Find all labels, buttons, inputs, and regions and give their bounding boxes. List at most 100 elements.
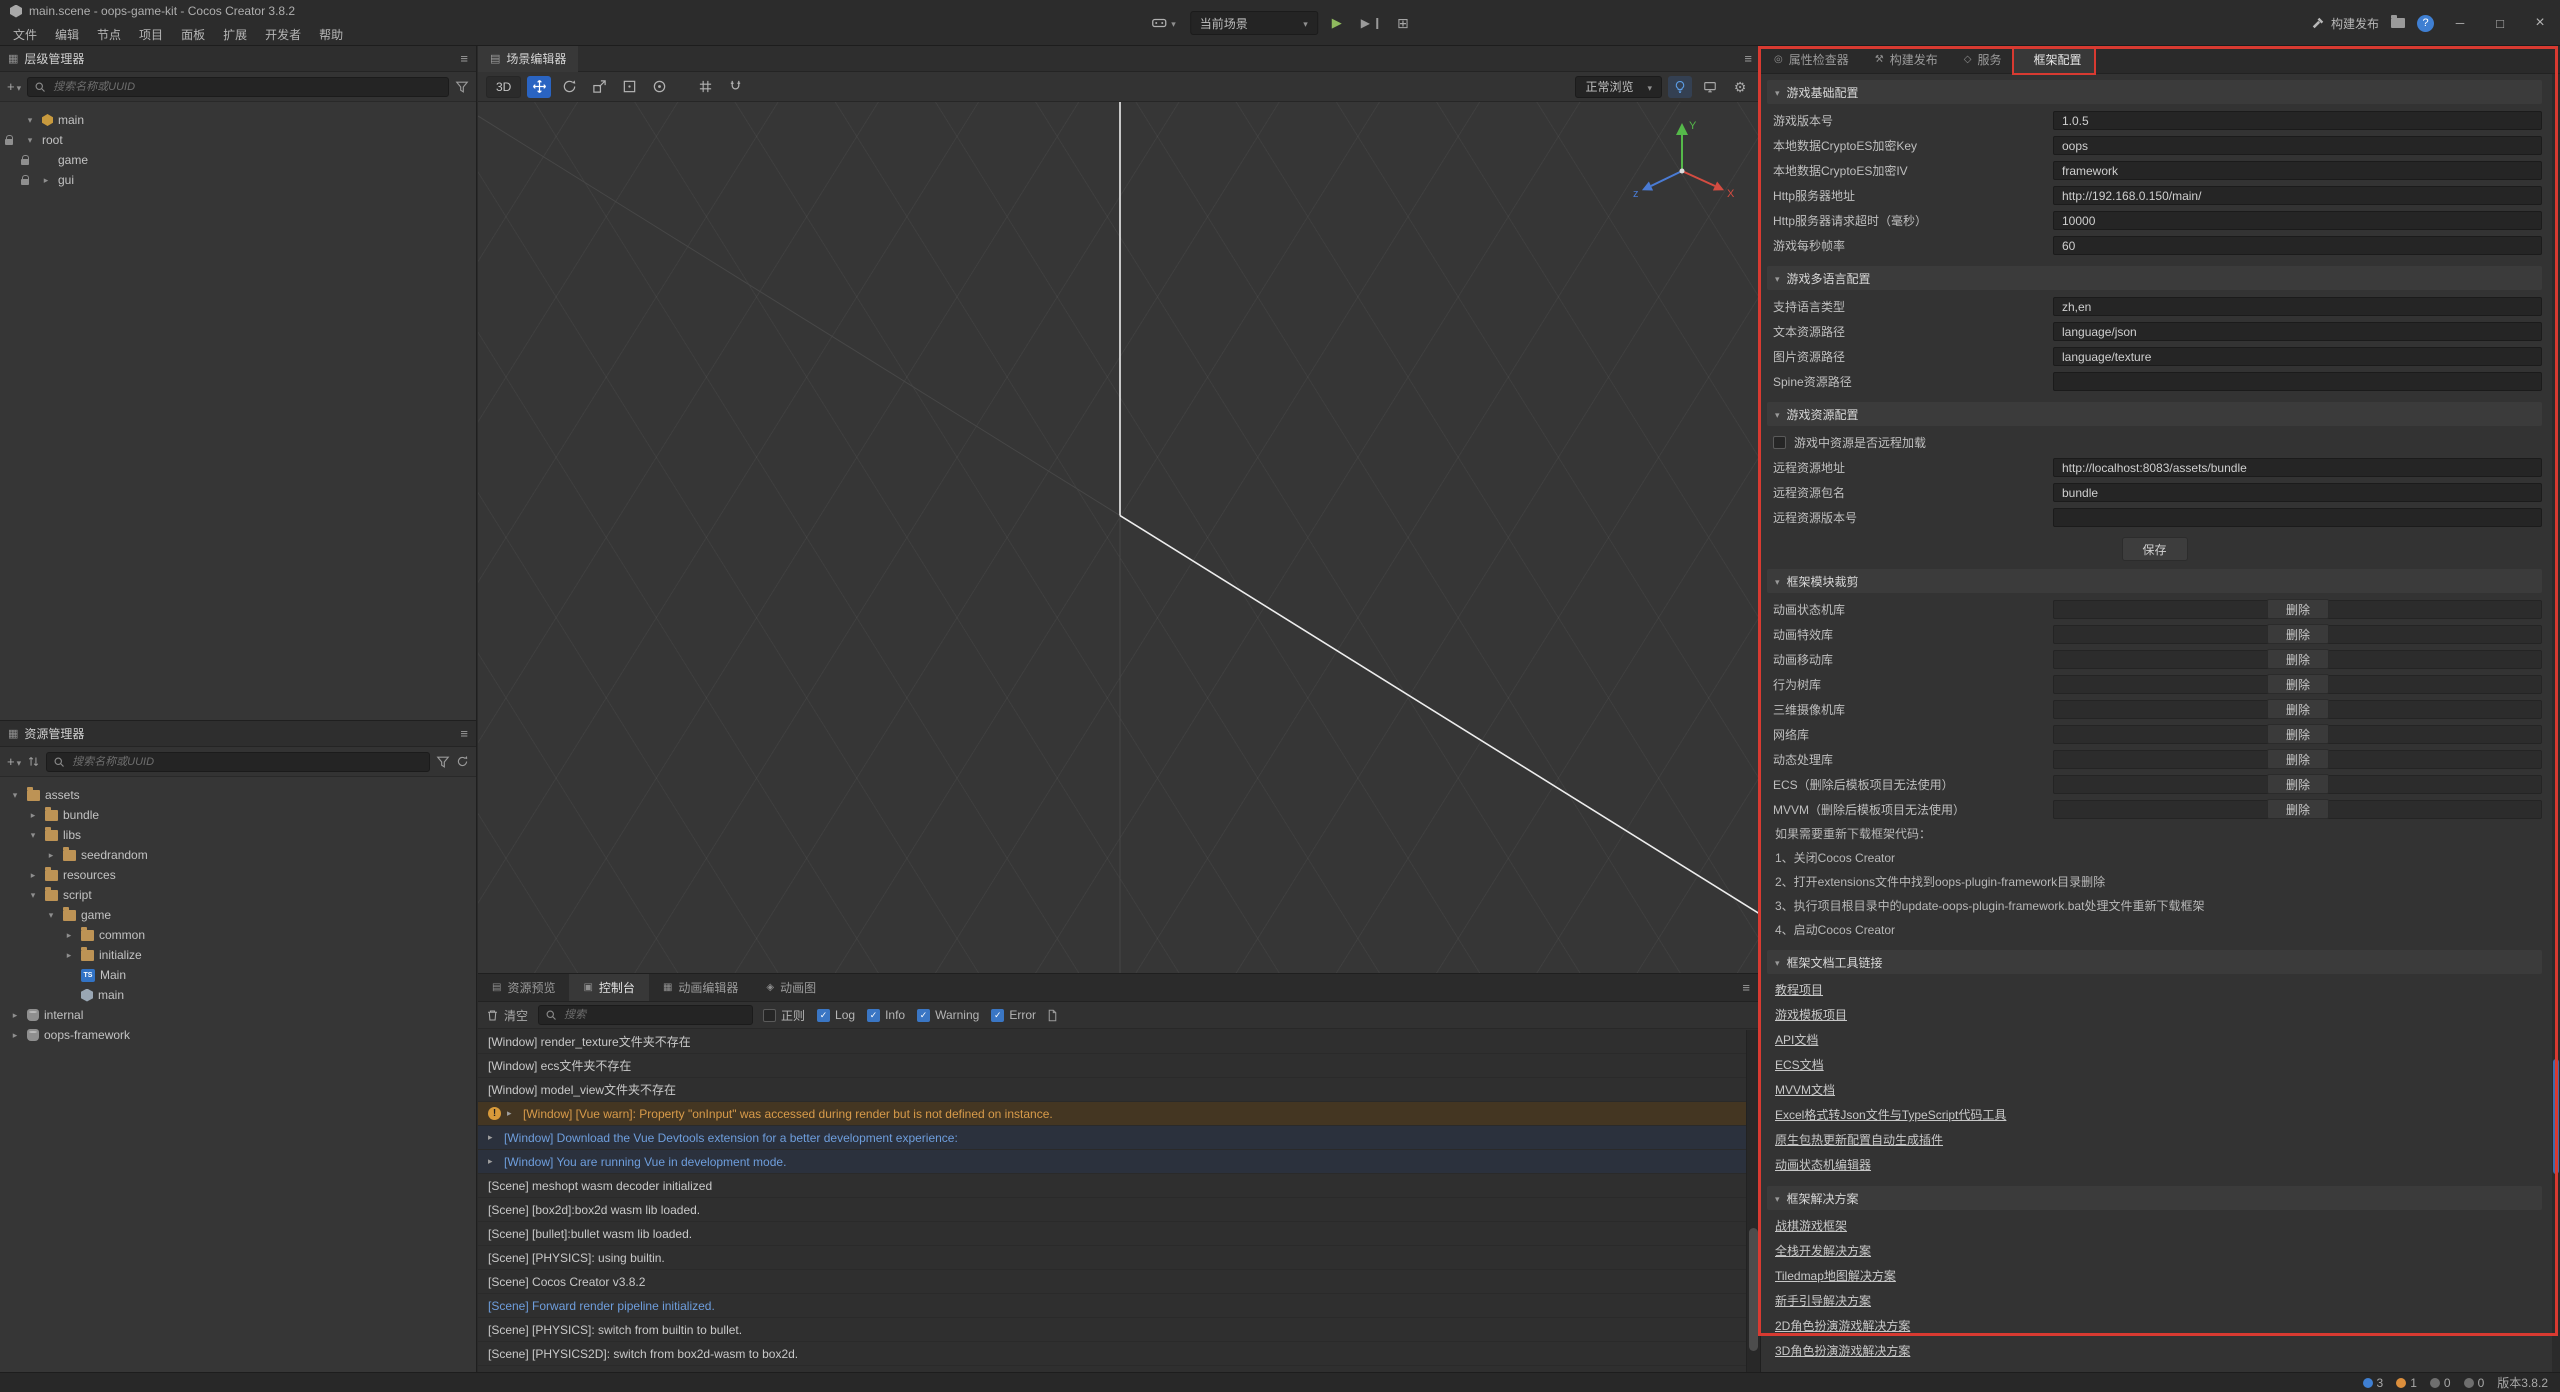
menu-item[interactable]: 节点	[88, 22, 130, 47]
scene-viewport[interactable]: Y X z	[478, 102, 1760, 973]
filter-icon[interactable]	[436, 755, 450, 769]
property-input[interactable]	[2053, 136, 2542, 155]
delete-module-button[interactable]: 删除	[2267, 624, 2329, 644]
build-publish-button[interactable]: 构建发布	[2311, 15, 2379, 32]
doc-link[interactable]: Excel格式转Json文件与TypeScript代码工具	[1767, 1103, 2542, 1128]
export-log-icon[interactable]	[1046, 1009, 1059, 1022]
add-node-button[interactable]	[7, 80, 21, 93]
section-language-config[interactable]: 游戏多语言配置	[1767, 266, 2542, 290]
console-filter-toggle[interactable]: Error	[991, 1007, 1036, 1024]
delete-module-button[interactable]: 删除	[2267, 799, 2329, 819]
console-log-row[interactable]: [Window] [Vue warn]: Property "onInput" …	[478, 1102, 1746, 1126]
solution-link[interactable]: 3D角色扮演游戏解决方案	[1767, 1339, 2542, 1364]
property-input[interactable]	[2053, 211, 2542, 230]
property-input[interactable]	[2053, 372, 2542, 391]
panel-menu-icon[interactable]	[460, 52, 468, 65]
status-count[interactable]: 0	[2430, 1376, 2451, 1390]
caret-icon[interactable]	[62, 950, 76, 961]
step-frame-button[interactable]: ▶	[1356, 13, 1383, 33]
refresh-icon[interactable]	[456, 755, 469, 768]
minimize-button[interactable]	[2446, 8, 2474, 38]
asset-row[interactable]: Main	[0, 965, 476, 985]
sort-icon[interactable]	[27, 755, 40, 768]
lock-icon[interactable]	[21, 179, 29, 185]
property-input[interactable]	[2053, 111, 2542, 130]
asset-row[interactable]: oops-framework	[0, 1025, 476, 1045]
delete-module-button[interactable]: 删除	[2267, 674, 2329, 694]
scrollbar-thumb[interactable]	[1749, 1228, 1758, 1351]
rotate-tool-icon[interactable]	[557, 76, 581, 98]
help-icon[interactable]	[2417, 15, 2434, 32]
expand-caret-icon[interactable]	[488, 1133, 498, 1142]
doc-link[interactable]: 原生包热更新配置自动生成插件	[1767, 1128, 2542, 1153]
view-mode-dropdown[interactable]: 正常浏览	[1575, 76, 1662, 98]
caret-icon[interactable]	[26, 830, 40, 841]
console-tab[interactable]: 动画编辑器	[649, 974, 752, 1001]
console-log-row[interactable]: [Window] You are running Vue in developm…	[478, 1150, 1746, 1174]
console-search-input[interactable]	[562, 1008, 746, 1022]
caret-icon[interactable]	[8, 790, 22, 801]
delete-module-button[interactable]: 删除	[2267, 649, 2329, 669]
doc-link[interactable]: ECS文档	[1767, 1053, 2542, 1078]
caret-icon[interactable]	[8, 1010, 22, 1021]
console-tab[interactable]: 控制台	[569, 974, 648, 1001]
console-log-row[interactable]: [Scene] [box2d]:box2d wasm lib loaded.	[478, 1198, 1746, 1222]
console-tab[interactable]: 资源预览	[478, 974, 569, 1001]
toggle-3d-button[interactable]: 3D	[486, 76, 521, 98]
close-button[interactable]	[2526, 8, 2554, 38]
preview-device-dropdown[interactable]	[1146, 12, 1181, 34]
lock-icon[interactable]	[21, 159, 29, 165]
section-solutions[interactable]: 框架解决方案	[1767, 1186, 2542, 1210]
caret-icon[interactable]	[23, 115, 37, 126]
doc-link[interactable]: 动画状态机编辑器	[1767, 1153, 2542, 1178]
console-log-row[interactable]: [Scene] [PHYSICS]: switch from builtin t…	[478, 1318, 1746, 1342]
property-input[interactable]	[2053, 508, 2542, 527]
inspector-tab[interactable]: 服务	[1951, 46, 2015, 73]
menu-item[interactable]: 扩展	[214, 22, 256, 47]
property-input[interactable]	[2053, 347, 2542, 366]
add-asset-button[interactable]	[7, 755, 21, 768]
assets-search-input[interactable]	[70, 755, 423, 769]
property-input[interactable]	[2053, 483, 2542, 502]
camera-preview-icon[interactable]	[1698, 76, 1722, 98]
filter-icon[interactable]	[455, 80, 469, 94]
asset-row[interactable]: script	[0, 885, 476, 905]
console-log-row[interactable]: [Scene] [bullet]:bullet wasm lib loaded.	[478, 1222, 1746, 1246]
property-input[interactable]	[2053, 322, 2542, 341]
section-resource-config[interactable]: 游戏资源配置	[1767, 402, 2542, 426]
open-project-folder-icon[interactable]	[2391, 18, 2405, 28]
scrollbar-thumb[interactable]	[2553, 1059, 2559, 1174]
console-filter-toggle[interactable]: 正则	[763, 1007, 805, 1024]
orientation-gizmo[interactable]: Y X z	[1627, 116, 1737, 226]
scale-tool-icon[interactable]	[587, 76, 611, 98]
panel-menu-icon[interactable]	[460, 727, 468, 740]
hierarchy-search-input[interactable]	[51, 80, 442, 94]
delete-module-button[interactable]: 删除	[2267, 599, 2329, 619]
expand-caret-icon[interactable]	[507, 1109, 517, 1118]
hierarchy-node-gui[interactable]: gui	[0, 170, 476, 190]
console-filter-toggle[interactable]: Info	[867, 1007, 905, 1024]
console-tab[interactable]: 动画图	[752, 974, 830, 1001]
section-module-trim[interactable]: 框架模块裁剪	[1767, 569, 2542, 593]
delete-module-button[interactable]: 删除	[2267, 699, 2329, 719]
scene-settings-gear-icon[interactable]	[1728, 76, 1752, 98]
asset-row[interactable]: common	[0, 925, 476, 945]
property-input[interactable]	[2053, 186, 2542, 205]
console-scrollbar[interactable]	[1746, 1030, 1760, 1372]
asset-row[interactable]: assets	[0, 785, 476, 805]
scene-dropdown[interactable]: 当前场景	[1190, 11, 1318, 35]
asset-row[interactable]: main	[0, 985, 476, 1005]
status-count[interactable]: 1	[2396, 1376, 2417, 1390]
doc-link[interactable]: 教程项目	[1767, 978, 2542, 1003]
property-input[interactable]	[2053, 161, 2542, 180]
caret-icon[interactable]	[39, 175, 53, 186]
asset-row[interactable]: bundle	[0, 805, 476, 825]
hierarchy-node-game[interactable]: game	[0, 150, 476, 170]
asset-row[interactable]: libs	[0, 825, 476, 845]
inspector-tab[interactable]: 构建发布	[1862, 46, 1951, 73]
caret-icon[interactable]	[44, 850, 58, 861]
rect-tool-icon[interactable]	[617, 76, 641, 98]
menu-item[interactable]: 项目	[130, 22, 172, 47]
doc-link[interactable]: API文档	[1767, 1028, 2542, 1053]
asset-row[interactable]: game	[0, 905, 476, 925]
